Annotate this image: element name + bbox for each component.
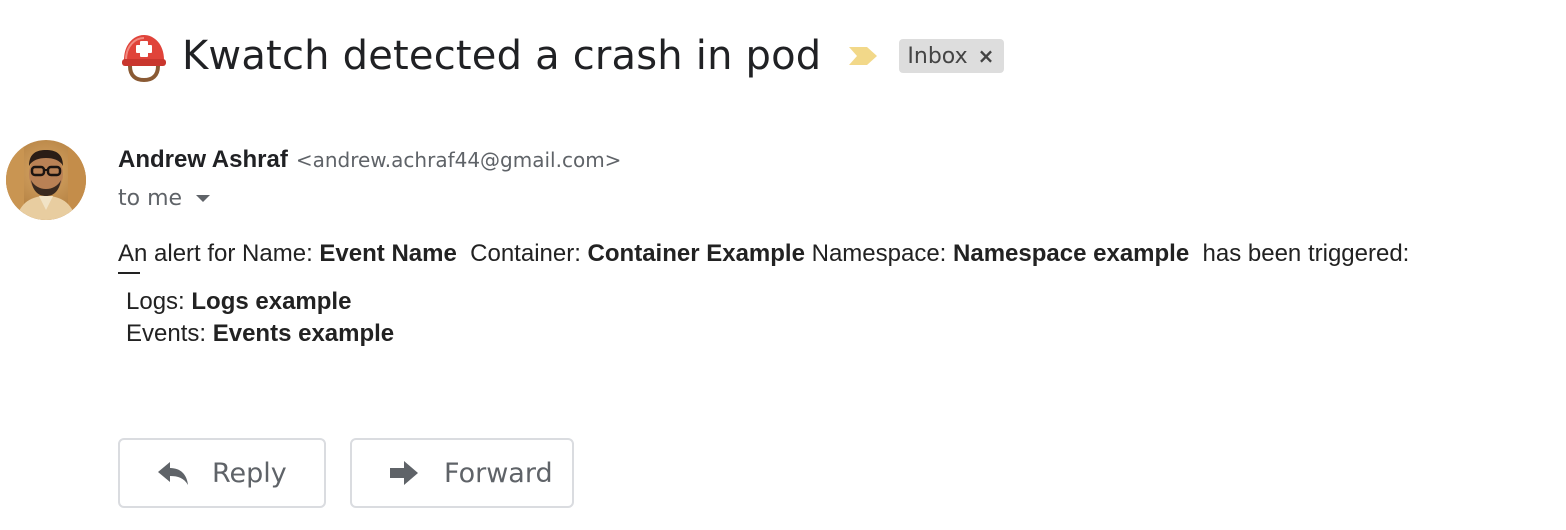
sender-avatar[interactable]	[6, 140, 86, 220]
body-separator-dash	[118, 270, 1558, 286]
body-logs-line: Logs: Logs example	[118, 286, 1558, 318]
body-events-label: Events:	[126, 320, 213, 347]
body-container-label: Container:	[456, 240, 588, 267]
body-logs-label: Logs:	[126, 288, 192, 315]
subject-title: Kwatch detected a crash in pod	[182, 33, 822, 79]
subject-row: Kwatch detected a crash in pod Inbox ×	[118, 28, 1005, 84]
body-events-value: Events example	[212, 320, 395, 347]
reply-label: Reply	[212, 457, 287, 489]
body-namespace-value: Namespace example	[953, 240, 1190, 267]
inbox-label-chip[interactable]: Inbox ×	[899, 39, 1005, 73]
inbox-label-text: Inbox	[907, 43, 968, 69]
sender-row: Andrew Ashraf <andrew.achraf44@gmail.com…	[118, 146, 621, 174]
importance-marker-icon[interactable]	[847, 45, 879, 67]
chevron-down-icon[interactable]	[196, 195, 211, 202]
body-namespace-label: Namespace:	[804, 240, 954, 267]
reply-button[interactable]: Reply	[118, 438, 326, 508]
rescue-worker-helmet-icon	[122, 35, 166, 82]
forward-label: Forward	[444, 457, 553, 489]
body-intro: An alert for Name:	[118, 240, 320, 267]
email-view: Kwatch detected a crash in pod Inbox × A…	[0, 0, 1566, 530]
forward-button[interactable]: Forward	[350, 438, 574, 508]
body-alert-line: An alert for Name: Event Name Container:…	[118, 238, 1558, 270]
reply-icon	[158, 462, 188, 485]
avatar-photo	[6, 140, 86, 220]
recipient-label: to me	[118, 186, 183, 211]
body-events-line: Events: Events example	[118, 318, 1558, 350]
body-container-value: Container Example	[587, 240, 805, 267]
body-suffix: has been triggered:	[1189, 240, 1410, 267]
recipient-details-toggle[interactable]: to me	[118, 186, 211, 211]
forward-icon	[390, 461, 418, 485]
sender-email: <andrew.achraf44@gmail.com>	[295, 148, 622, 172]
body-name-value: Event Name	[319, 240, 457, 267]
remove-label-icon[interactable]: ×	[978, 44, 995, 68]
message-body: An alert for Name: Event Name Container:…	[118, 238, 1558, 350]
body-logs-value: Logs example	[191, 288, 352, 315]
sender-name[interactable]: Andrew Ashraf	[118, 146, 288, 174]
